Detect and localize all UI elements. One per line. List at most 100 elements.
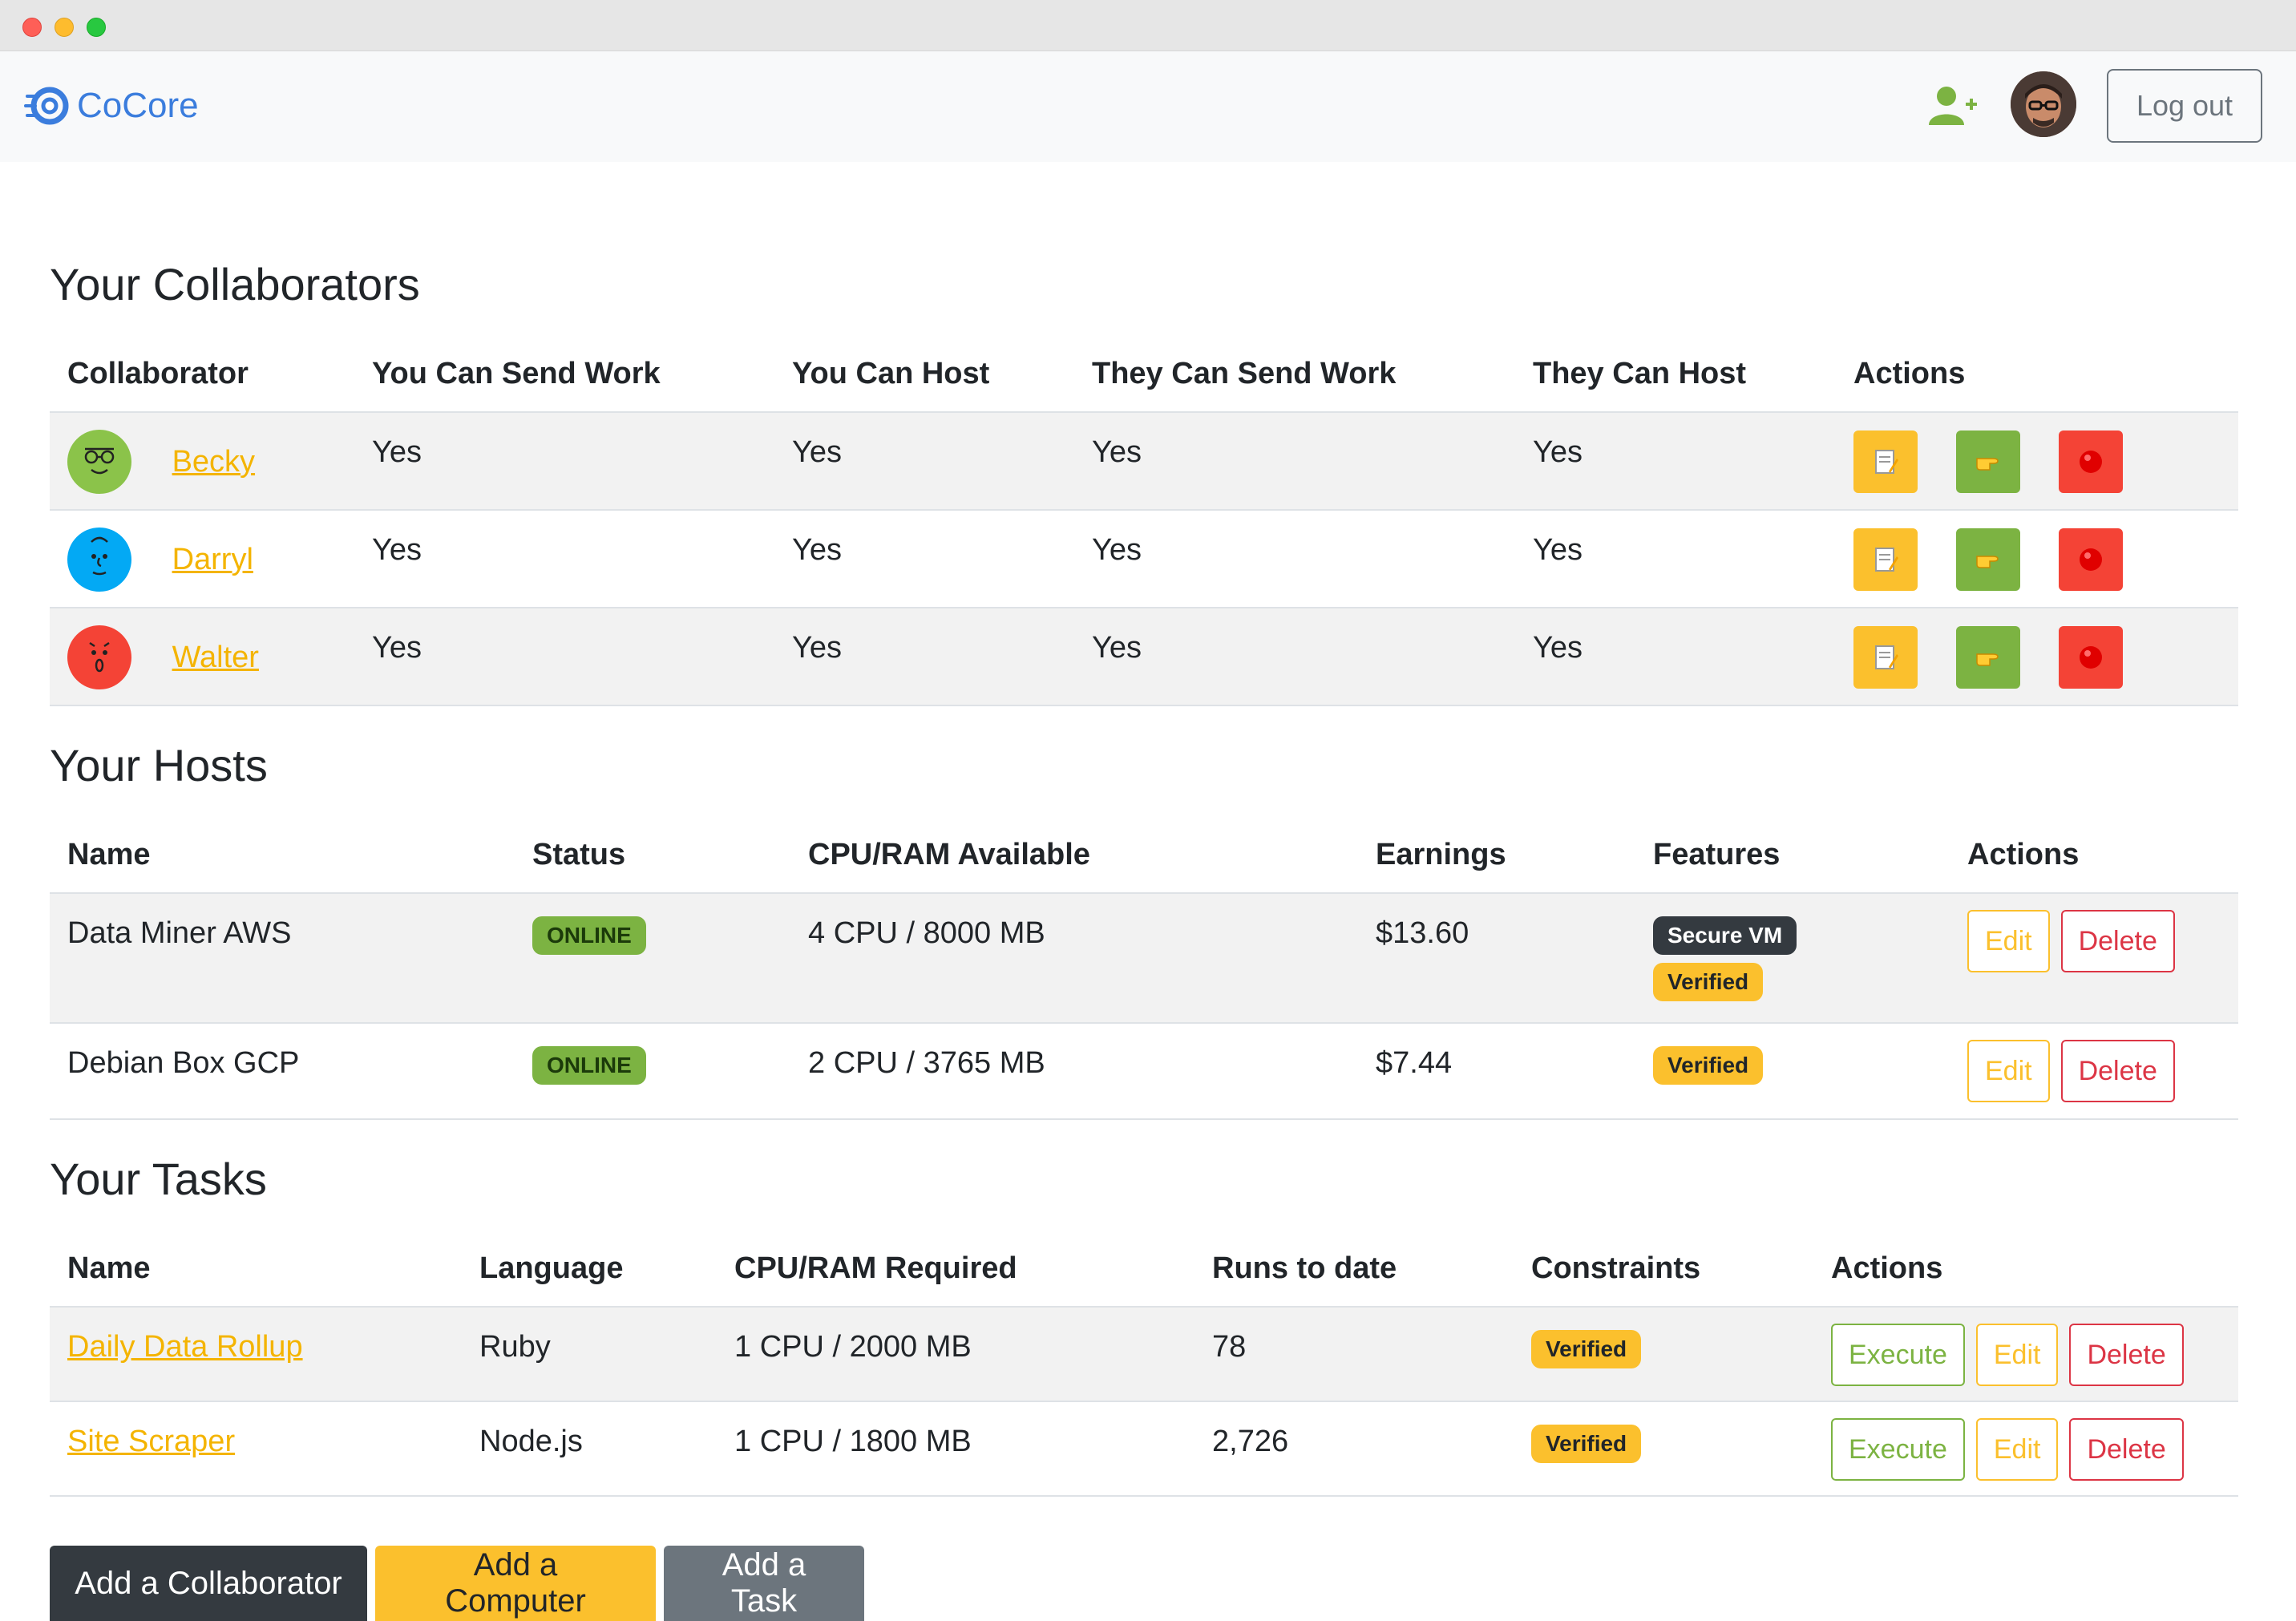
brand-link[interactable]: CoCore [24,82,199,130]
actions-cell: Execute Edit Delete [1813,1307,2238,1401]
cell-you-can-host: Yes [792,631,842,665]
brand-name: CoCore [77,86,199,125]
delete-host-button[interactable]: Delete [2060,1040,2175,1102]
host-earnings: $7.44 [1376,1046,1453,1080]
execute-task-button[interactable]: Execute [1831,1324,1965,1386]
add-computer-button[interactable]: Add a Computer [375,1546,656,1621]
face-icon [89,641,110,673]
edit-collaborator-button[interactable] [1853,626,1918,689]
status-badge: ONLINE [532,916,646,955]
pointing-hand-icon [1976,653,1999,666]
table-row: Debian Box GCP ONLINE 2 CPU / 3765 MB $7… [50,1023,2238,1119]
send-work-button[interactable] [1956,626,2020,689]
window-maximize-button[interactable] [87,18,106,37]
collaborators-table: Collaborator You Can Send Work You Can H… [50,337,2238,706]
cocore-logo-icon [24,87,69,125]
logout-button[interactable]: Log out [2107,69,2262,143]
table-row: Darryl Yes Yes Yes Yes [50,510,2238,608]
delete-task-button[interactable]: Delete [2069,1324,2184,1386]
task-link[interactable]: Site Scraper [67,1425,235,1458]
cell-you-can-send-work: Yes [372,533,422,567]
constraint-badge: Verified [1531,1330,1642,1368]
actions-cell: Edit Delete [1950,1023,2238,1119]
delete-host-button[interactable]: Delete [2060,910,2175,972]
table-row: Site Scraper Node.js 1 CPU / 1800 MB 2,7… [50,1401,2238,1496]
collaborator-link-becky[interactable]: Becky [172,445,255,479]
constraints-cell: Verified [1514,1401,1813,1496]
send-work-button[interactable] [1956,431,2020,493]
user-avatar[interactable] [2011,71,2076,137]
task-cpu-ram: 1 CPU / 2000 MB [734,1330,972,1364]
add-user-icon[interactable] [1927,82,1979,130]
avatar [67,430,131,494]
send-work-button[interactable] [1956,528,2020,591]
col-header-you-can-host: You Can Host [792,357,990,390]
window-close-button[interactable] [22,18,42,37]
col-header-constraints: Constraints [1531,1251,1701,1285]
host-name: Debian Box GCP [67,1046,300,1080]
edit-task-button[interactable]: Edit [1975,1324,2059,1386]
remove-collaborator-button[interactable] [2059,431,2123,493]
col-header-actions: Actions [1853,357,1966,390]
add-task-button[interactable]: Add a Task [664,1546,864,1621]
add-collaborator-button[interactable]: Add a Collaborator [50,1546,367,1621]
user-photo-icon [2011,71,2076,137]
col-header-name: Name [67,1251,151,1285]
col-header-they-can-host: They Can Host [1533,357,1747,390]
collaborator-link-darryl[interactable]: Darryl [172,543,253,576]
cell-they-can-send-work: Yes [1092,631,1142,665]
tasks-table: Name Language CPU/RAM Required Runs to d… [50,1231,2238,1497]
host-earnings: $13.60 [1376,916,1469,950]
actions-cell [1836,510,2238,608]
feature-badge: Verified [1653,1046,1764,1085]
actions-cell: Edit Delete [1950,893,2238,1023]
collaborators-title: Your Collaborators [50,259,420,309]
table-row: Daily Data Rollup Ruby 1 CPU / 2000 MB 7… [50,1307,2238,1401]
edit-host-button[interactable]: Edit [1967,1040,2050,1102]
col-header-earnings: Earnings [1376,838,1506,871]
cell-they-can-host: Yes [1533,533,1583,567]
edit-task-button[interactable]: Edit [1975,1418,2059,1481]
feature-badge: Verified [1653,963,1764,1001]
constraints-cell: Verified [1514,1307,1813,1401]
task-cpu-ram: 1 CPU / 1800 MB [734,1425,972,1458]
hosts-table: Name Status CPU/RAM Available Earnings F… [50,818,2238,1120]
status-badge: ONLINE [532,1046,646,1085]
window-minimize-button[interactable] [55,18,74,37]
face-icon [84,447,115,475]
edit-host-button[interactable]: Edit [1967,910,2050,972]
col-header-language: Language [479,1251,624,1285]
table-row: Data Miner AWS ONLINE 4 CPU / 8000 MB $1… [50,893,2238,1023]
cell-they-can-send-work: Yes [1092,533,1142,567]
features-cell: Secure VM Verified [1635,893,1950,1023]
task-link[interactable]: Daily Data Rollup [67,1330,303,1364]
collaborator-cell: Becky [50,412,354,510]
navbar: CoCore Log out [0,51,2296,162]
status-cell: ONLINE [515,893,790,1023]
delete-task-button[interactable]: Delete [2069,1418,2184,1481]
col-header-you-can-send-work: You Can Send Work [372,357,661,390]
avatar [67,625,131,689]
edit-collaborator-button[interactable] [1853,431,1918,493]
edit-collaborator-button[interactable] [1853,528,1918,591]
col-header-runs-to-date: Runs to date [1212,1251,1397,1285]
collaborator-link-walter[interactable]: Walter [172,641,259,674]
task-runs: 78 [1212,1330,1247,1364]
memo-icon [1875,548,1898,572]
execute-task-button[interactable]: Execute [1831,1418,1965,1481]
tasks-header-row: Name Language CPU/RAM Required Runs to d… [50,1231,2238,1307]
cell-you-can-send-work: Yes [372,631,422,665]
col-header-features: Features [1653,838,1781,871]
cell-you-can-host: Yes [792,435,842,469]
col-header-name: Name [67,838,151,871]
actions-cell: Execute Edit Delete [1813,1401,2238,1496]
table-row: Becky Yes Yes Yes Yes [50,412,2238,510]
remove-collaborator-button[interactable] [2059,626,2123,689]
task-language: Ruby [479,1330,551,1364]
tasks-title: Your Tasks [50,1154,267,1204]
red-circle-icon [2080,646,2102,669]
feature-badge: Secure VM [1653,916,1797,955]
remove-collaborator-button[interactable] [2059,528,2123,591]
collaborators-header-row: Collaborator You Can Send Work You Can H… [50,337,2238,412]
task-name-cell: Site Scraper [50,1401,462,1496]
